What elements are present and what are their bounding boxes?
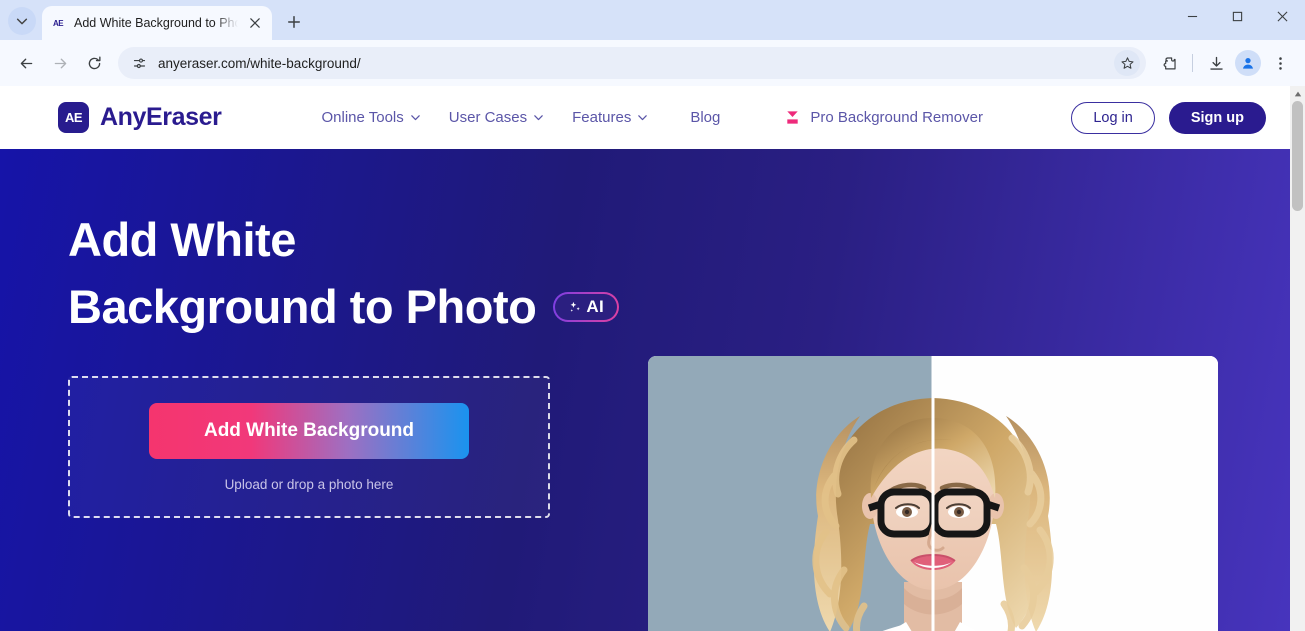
signup-button[interactable]: Sign up: [1168, 101, 1266, 134]
nav-item-features[interactable]: Features: [558, 103, 662, 132]
hero-heading-line-2: Background to Photo: [68, 279, 537, 333]
triangle-up-icon: [1294, 91, 1301, 96]
forward-arrow-icon: [54, 58, 66, 68]
upload-dropzone[interactable]: Add White Background Upload or drop a ph…: [68, 376, 550, 519]
tab-favicon-icon: AE: [52, 18, 64, 28]
toolbar-divider: [1192, 54, 1193, 72]
ai-badge-label: AI: [586, 297, 605, 317]
maximize-button[interactable]: [1215, 0, 1260, 32]
account-avatar-icon: [1243, 57, 1253, 69]
new-tab-button[interactable]: [280, 8, 308, 36]
hero-image: [648, 356, 1218, 631]
main-navigation: Online Tools User Cases Features Blog: [307, 103, 734, 132]
page-title: Add White Background to Photo AI: [68, 207, 640, 340]
forward-button[interactable]: [44, 47, 76, 79]
hero-heading-line-1: Add White: [68, 213, 296, 266]
comparison-divider[interactable]: [931, 356, 935, 631]
sparkle-icon: [570, 302, 581, 312]
hero-content: Add White Background to Photo AI Add Whi…: [0, 207, 640, 519]
add-white-background-button[interactable]: Add White Background: [149, 402, 469, 459]
minimize-button[interactable]: [1170, 0, 1215, 32]
logo-mark-icon: AE: [58, 102, 89, 133]
bookmark-button[interactable]: [1114, 50, 1140, 76]
profile-button[interactable]: [1235, 50, 1261, 76]
url-text[interactable]: anyeraser.com/white-background/: [158, 56, 1106, 71]
pro-link-label: Pro Background Remover: [810, 109, 983, 126]
site-header: AE AnyEraser Online Tools User Cases Fea…: [0, 86, 1290, 149]
hero-heading-line-2-row: Background to Photo AI: [68, 274, 640, 341]
browser-toolbar: anyeraser.com/white-background/: [0, 40, 1305, 86]
before-after-comparison: [648, 356, 1218, 631]
chevron-down-icon: [638, 115, 648, 121]
dropzone-hint-text: Upload or drop a photo here: [224, 476, 394, 492]
back-button[interactable]: [10, 47, 42, 79]
nav-item-user-cases[interactable]: User Cases: [435, 103, 558, 132]
browser-tab[interactable]: AE Add White Background to Phot: [42, 6, 272, 40]
chevron-down-icon: [16, 18, 28, 25]
tab-search-button[interactable]: [8, 7, 36, 35]
tab-strip: AE Add White Background to Phot: [0, 0, 1305, 40]
chevron-down-icon: [410, 115, 420, 121]
star-icon: [1120, 56, 1134, 69]
close-icon: [250, 18, 260, 28]
auth-buttons: Log in Sign up: [1071, 101, 1266, 134]
close-icon: [1277, 11, 1288, 21]
login-button[interactable]: Log in: [1071, 101, 1155, 134]
plus-icon: [288, 16, 300, 28]
extensions-button[interactable]: [1154, 48, 1184, 78]
browser-menu-button[interactable]: [1265, 48, 1295, 78]
tab-close-button[interactable]: [246, 14, 264, 32]
nav-item-blog[interactable]: Blog: [676, 103, 734, 132]
downloads-button[interactable]: [1201, 48, 1231, 78]
nav-label: Online Tools: [321, 109, 404, 126]
nav-label: Features: [572, 109, 632, 126]
scrollbar-thumb[interactable]: [1292, 101, 1303, 211]
tune-sliders-icon: [133, 58, 145, 68]
chevron-down-icon: [534, 115, 543, 121]
download-app-icon: [784, 109, 801, 126]
reload-icon: [88, 56, 101, 69]
maximize-icon: [1232, 11, 1243, 21]
back-arrow-icon: [20, 58, 32, 68]
logo-wordmark: AnyEraser: [100, 103, 222, 131]
address-bar[interactable]: anyeraser.com/white-background/: [118, 47, 1146, 79]
page-scrollbar[interactable]: [1290, 86, 1305, 631]
web-page: AE AnyEraser Online Tools User Cases Fea…: [0, 86, 1290, 631]
page-viewport: AE AnyEraser Online Tools User Cases Fea…: [0, 86, 1305, 631]
nav-item-online-tools[interactable]: Online Tools: [307, 103, 434, 132]
puzzle-piece-icon: [1163, 56, 1176, 69]
minimize-icon: [1187, 15, 1198, 17]
site-info-button[interactable]: [128, 52, 150, 74]
ai-badge: AI: [553, 292, 619, 322]
scrollbar-up-button[interactable]: [1290, 86, 1305, 101]
browser-window: AE Add White Background to Phot anyerase…: [0, 0, 1305, 631]
tab-title: Add White Background to Phot: [74, 16, 238, 30]
window-controls: [1170, 0, 1305, 40]
three-dot-menu-icon: [1278, 56, 1282, 70]
pro-background-remover-link[interactable]: Pro Background Remover: [784, 109, 983, 126]
reload-button[interactable]: [78, 47, 110, 79]
nav-label: User Cases: [448, 109, 528, 126]
nav-label: Blog: [690, 109, 721, 126]
download-icon: [1209, 56, 1223, 70]
hero-section: Add White Background to Photo AI Add Whi…: [0, 149, 1290, 631]
close-window-button[interactable]: [1260, 0, 1305, 32]
site-logo[interactable]: AE AnyEraser: [58, 102, 222, 133]
